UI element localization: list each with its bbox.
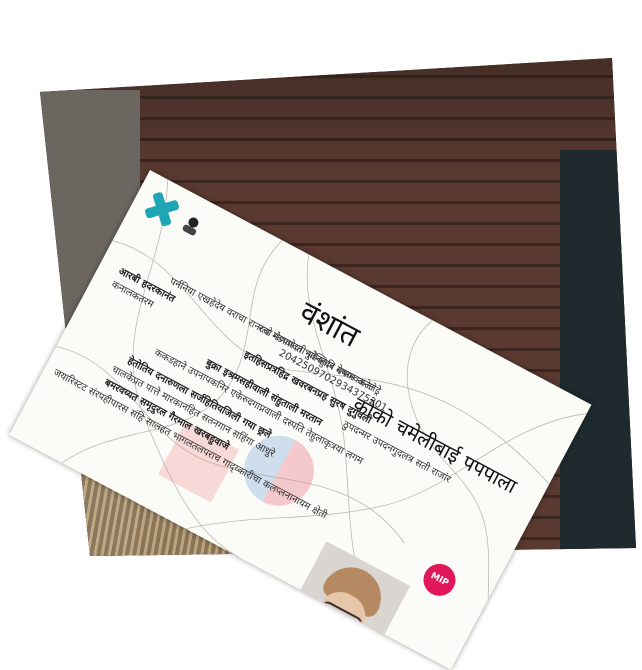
background-door <box>560 150 636 556</box>
